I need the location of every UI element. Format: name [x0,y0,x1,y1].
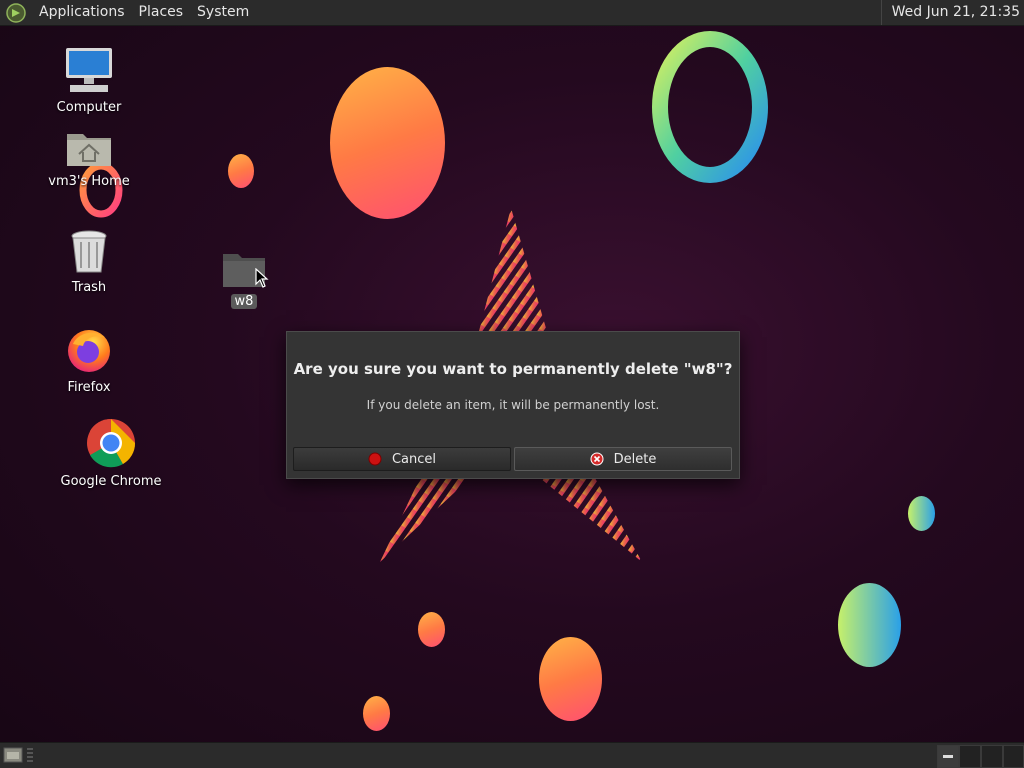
workspace-3[interactable] [981,745,1003,768]
desktop-icon-label: Trash [71,280,107,295]
home-folder-icon [67,134,111,166]
top-panel: Applications Places System Wed Jun 21, 2… [0,0,1024,26]
applications-menu[interactable]: Applications [32,0,132,25]
mouse-cursor-icon [255,268,269,288]
folder-label: w8 [230,294,258,309]
desktop-icon-label: Google Chrome [60,474,162,489]
cancel-icon [368,452,382,466]
delete-button-label: Delete [613,451,657,467]
bottom-panel [0,742,1024,768]
mate-logo-icon[interactable] [6,2,26,23]
computer-icon [66,48,112,92]
desktop-icon-computer[interactable]: Computer [44,46,134,115]
cancel-button-label: Cancel [391,451,437,467]
workspace-4[interactable] [1003,745,1024,768]
desktop-icon-chrome[interactable]: Google Chrome [60,418,162,489]
places-menu[interactable]: Places [132,0,191,25]
chrome-icon [87,418,136,468]
clock[interactable]: Wed Jun 21, 21:35 [880,0,1020,25]
show-desktop-icon[interactable] [3,746,23,764]
desktop-icon-trash[interactable]: Trash [44,230,134,295]
dialog-message: If you delete an item, it will be perman… [366,398,660,412]
desktop-icon-label: Computer [56,100,122,115]
desktop-icon-home[interactable]: vm3's Home [44,128,134,189]
cancel-button[interactable]: Cancel [293,447,511,471]
firefox-icon [68,330,110,372]
delete-icon [590,452,604,466]
desktop-icon-firefox[interactable]: Firefox [44,326,134,395]
desktop-icon-label: vm3's Home [48,174,130,189]
system-menu[interactable]: System [190,0,256,25]
dialog-title: Are you sure you want to permanently del… [293,360,733,378]
workspace-1[interactable] [937,745,959,768]
panel-handle[interactable] [27,748,33,764]
desktop-icon-label: Firefox [67,380,111,395]
delete-button[interactable]: Delete [514,447,732,471]
workspace-2[interactable] [959,745,981,768]
delete-confirmation-dialog: Are you sure you want to permanently del… [286,331,740,479]
trash-icon [71,230,107,273]
